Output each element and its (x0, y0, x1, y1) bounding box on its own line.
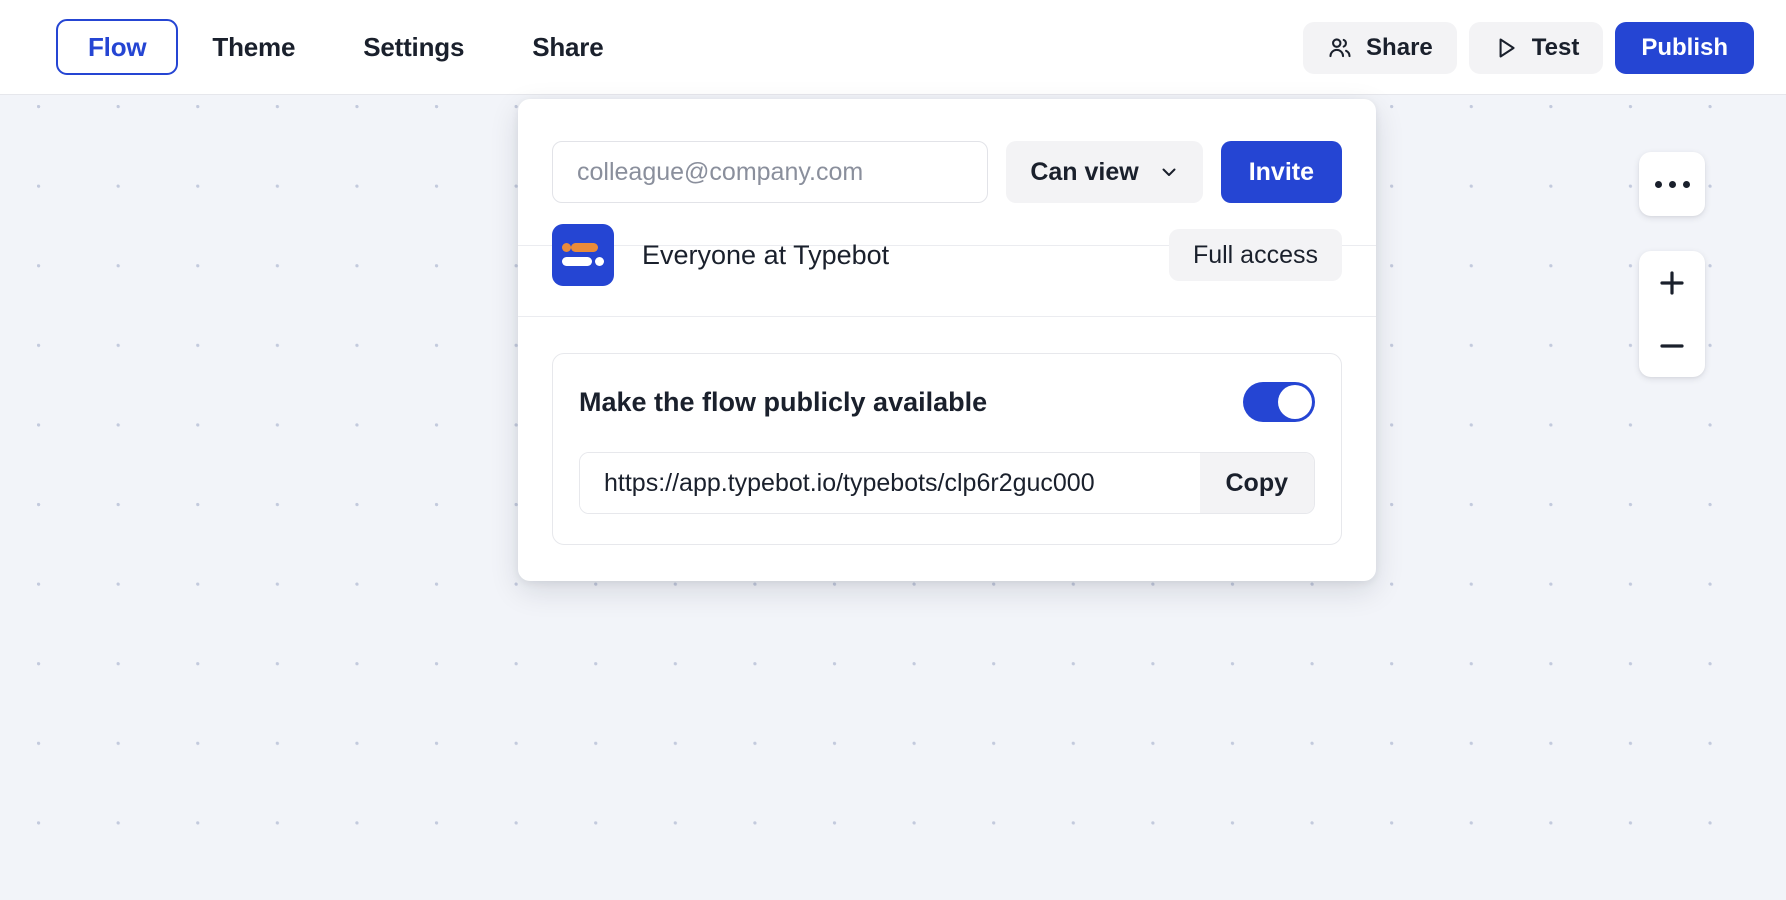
minus-icon (1659, 333, 1685, 359)
zoom-out-button[interactable] (1639, 314, 1705, 377)
share-popover-public-section: Make the flow publicly available Copy (518, 316, 1376, 581)
member-access-badge[interactable]: Full access (1169, 229, 1342, 281)
typebot-workspace-icon (552, 224, 614, 286)
typebot-editor: Flow Theme Settings Share Share Test (0, 0, 1786, 900)
ellipsis-icon (1655, 181, 1662, 188)
share-button-label: Share (1366, 34, 1433, 62)
tab-theme[interactable]: Theme (178, 20, 329, 74)
chevron-down-icon (1159, 162, 1179, 182)
zoom-controls (1639, 251, 1705, 377)
editor-header: Flow Theme Settings Share Share Test (0, 0, 1786, 95)
public-availability-toggle[interactable] (1243, 382, 1315, 422)
invite-row: Can view Invite (552, 141, 1342, 203)
zoom-in-button[interactable] (1639, 251, 1705, 314)
toggle-knob (1278, 385, 1312, 419)
workspace-icon-bar-orange (571, 243, 598, 252)
workspace-icon-bar-white (562, 257, 592, 266)
play-icon (1493, 35, 1519, 61)
publish-button[interactable]: Publish (1615, 22, 1754, 74)
publish-button-label: Publish (1641, 34, 1728, 62)
member-name: Everyone at Typebot (642, 240, 1141, 271)
canvas-more-button[interactable] (1639, 152, 1705, 216)
tab-share[interactable]: Share (498, 20, 637, 74)
invite-button[interactable]: Invite (1221, 141, 1342, 203)
tab-flow[interactable]: Flow (56, 19, 178, 75)
header-actions: Share Test Publish (1303, 22, 1754, 74)
share-button[interactable]: Share (1303, 22, 1457, 74)
public-availability-card: Make the flow publicly available Copy (552, 353, 1342, 545)
workspace-icon-dot-orange (562, 243, 571, 252)
invite-role-select[interactable]: Can view (1006, 141, 1202, 203)
public-url-row: Copy (579, 452, 1315, 514)
public-availability-header: Make the flow publicly available (579, 382, 1315, 422)
ellipsis-icon (1683, 181, 1690, 188)
invite-email-input[interactable] (552, 141, 988, 203)
workspace-icon-dot-white (595, 257, 604, 266)
member-list-item: Everyone at Typebot Full access (518, 224, 1376, 316)
share-popover: Can view Invite Everyone at Typebot Full… (518, 99, 1376, 581)
test-button[interactable]: Test (1469, 22, 1604, 74)
copy-url-button[interactable]: Copy (1200, 453, 1315, 513)
plus-icon (1659, 270, 1685, 296)
tab-settings[interactable]: Settings (329, 20, 498, 74)
public-url-input[interactable] (580, 453, 1200, 513)
users-icon (1327, 35, 1353, 61)
ellipsis-icon (1669, 181, 1676, 188)
test-button-label: Test (1532, 34, 1580, 62)
public-availability-label: Make the flow publicly available (579, 387, 987, 418)
editor-tabs: Flow Theme Settings Share (56, 19, 637, 75)
invite-role-value: Can view (1030, 158, 1138, 187)
